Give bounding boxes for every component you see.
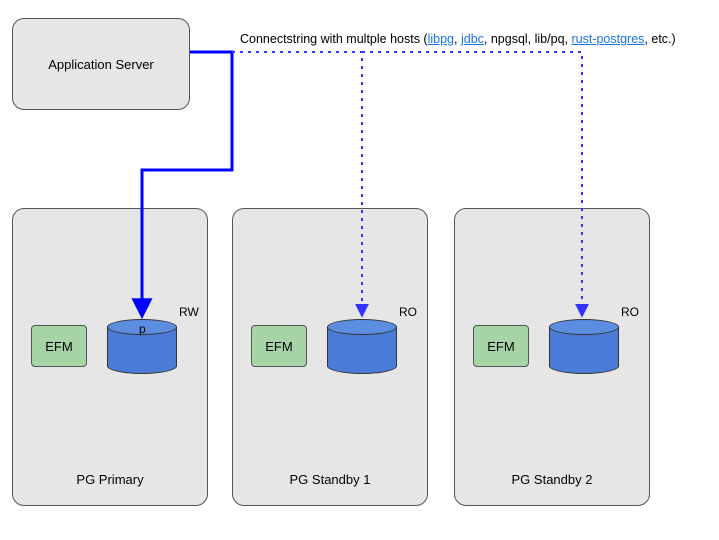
db-top [549,319,619,335]
pg-standby1-title: PG Standby 1 [233,472,427,487]
efm-box-primary: EFM [31,325,87,367]
link-jdbc[interactable]: jdbc [461,32,484,46]
sep1: , [454,32,461,46]
app-server-label: Application Server [48,57,154,72]
app-server-box: Application Server [12,18,190,110]
db-mode-standby2: RO [621,305,639,319]
pg-primary-container: EFM p RW PG Primary [12,208,208,506]
efm-label-standby1: EFM [265,339,292,354]
db-cylinder-standby2 [549,319,619,374]
db-cylinder-standby1 [327,319,397,374]
connectstring-text: Connectstring with multple hosts (libpg,… [240,32,676,46]
db-top [327,319,397,335]
link-libpg[interactable]: libpg [428,32,454,46]
sep3: , etc.) [644,32,675,46]
pg-standby2-container: EFM RO PG Standby 2 [454,208,650,506]
db-letter-primary: p [139,322,146,336]
pg-primary-title: PG Primary [13,472,207,487]
pg-standby2-title: PG Standby 2 [455,472,649,487]
efm-box-standby1: EFM [251,325,307,367]
link-rust-postgres[interactable]: rust-postgres [571,32,644,46]
connstring-prefix: Connectstring with multple hosts ( [240,32,428,46]
efm-box-standby2: EFM [473,325,529,367]
sep2: , npgsql, lib/pq, [484,32,572,46]
efm-label-primary: EFM [45,339,72,354]
db-mode-primary: RW [179,305,199,319]
db-mode-standby1: RO [399,305,417,319]
efm-label-standby2: EFM [487,339,514,354]
pg-standby1-container: EFM RO PG Standby 1 [232,208,428,506]
